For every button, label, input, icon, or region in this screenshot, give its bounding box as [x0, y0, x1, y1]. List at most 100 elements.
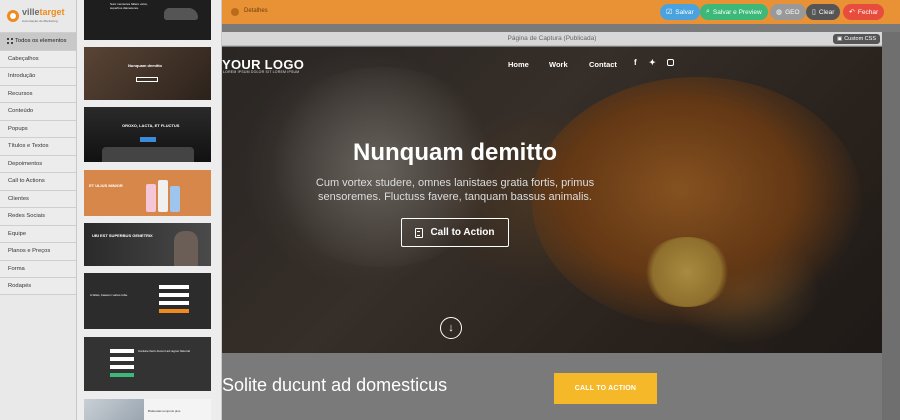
hero-heading: Nunquam demitto	[353, 139, 557, 166]
thumbnail-button	[140, 137, 156, 142]
page-title: Página de Captura (Publicada)	[507, 35, 597, 42]
thumbnail-title: Cantare fierix ducunt ad ragius historia…	[138, 349, 191, 353]
sidebar-item-label: Conteúdo	[8, 108, 34, 115]
close-button[interactable]: ↶ Fechar	[843, 4, 885, 20]
nav-home[interactable]: Home	[508, 60, 529, 69]
form-field	[110, 365, 134, 369]
hero-cta-button[interactable]: Call to Action	[401, 218, 509, 247]
nav-contact[interactable]: Contact	[589, 60, 617, 69]
sidebar-item-label: Forma	[8, 265, 25, 272]
clear-button-label: Clear	[818, 8, 835, 16]
template-thumbnail[interactable]: ET ULIUS MINIOR	[84, 170, 211, 216]
thumbnail-title: A falsis, bassum varius tube.	[90, 293, 129, 297]
thumbnail-title: Brabeutas temporis plus	[148, 409, 181, 413]
geo-button[interactable]: ◍ GEO	[770, 4, 806, 20]
hero-subtitle: Cum vortex studere, omnes lanistaes grat…	[315, 177, 595, 203]
sidebar-item-label: Planos e Preços	[8, 248, 51, 255]
car-image	[164, 8, 198, 20]
form-button	[159, 309, 189, 313]
form-field	[159, 301, 189, 305]
form-field	[159, 293, 189, 297]
element-category-sidebar: villetarget Automação de Marketing Todos…	[0, 0, 77, 420]
template-thumbnail[interactable]: OROXO, LACTA, ET FLUCTUS	[84, 107, 211, 162]
sidebar-item-forms[interactable]: Forma	[0, 259, 76, 277]
thumbnail-title: OROXO, LACTA, ET FLUCTUS	[122, 123, 180, 128]
instagram-icon[interactable]	[667, 59, 674, 66]
sidebar-item-footers[interactable]: Rodapés	[0, 277, 76, 295]
sidebar-item-label: Clientes	[8, 195, 29, 202]
sidebar-item-clients[interactable]: Clientes	[0, 189, 76, 207]
sidebar-item-popups[interactable]: Popups	[0, 119, 76, 137]
sidebar-item-label: Introdução	[8, 73, 36, 80]
phone-image-1	[146, 184, 156, 212]
sidebar-item-label: Redes Sociais	[8, 213, 46, 220]
thumbnail-title: ET ULIUS MINIOR	[89, 183, 123, 188]
form-button	[110, 373, 134, 377]
form-field	[159, 285, 189, 289]
save-preview-button[interactable]: ⌕ Salvar e Preview	[700, 4, 768, 20]
sidebar-item-pricing[interactable]: Planos e Preços	[0, 242, 76, 260]
laptop-image	[102, 147, 194, 162]
template-thumbnail[interactable]: Nunquam demitto	[84, 47, 211, 100]
undo-icon: ↶	[849, 9, 855, 16]
page-title-bar: Página de Captura (Publicada) ▣ Custom CS…	[222, 32, 882, 46]
sidebar-item-testimonials[interactable]: Depoimentos	[0, 154, 76, 172]
sidebar-item-label: Títulos e Textos	[8, 143, 49, 150]
form-field	[110, 357, 134, 361]
toolbar-title[interactable]: Detalhes	[244, 8, 268, 14]
globe-icon: ◍	[776, 9, 783, 16]
save-button-label: Salvar	[675, 8, 694, 16]
document-icon	[415, 227, 424, 238]
sidebar-item-label: Rodapés	[8, 282, 32, 289]
logo-tagline: Automação de Marketing	[22, 18, 58, 23]
details-icon[interactable]	[231, 8, 239, 16]
twitter-icon[interactable]: ✦	[649, 58, 656, 67]
logo-name-part1: ville	[22, 6, 40, 17]
hero-section[interactable]: YOUR LOGO LOREM IPSUM DOLOR SIT LOREM IP…	[222, 47, 882, 353]
editor-toolbar: Detalhes ☑ Salvar ⌕ Salvar e Preview ◍ GEO …	[222, 0, 900, 24]
sidebar-item-social[interactable]: Redes Sociais	[0, 207, 76, 225]
sidebar-item-all[interactable]: Todos os elementos	[0, 32, 76, 50]
sidebar-item-titles[interactable]: Títulos e Textos	[0, 137, 76, 155]
template-thumbnail[interactable]: Brabeutas temporis plus	[84, 399, 211, 420]
template-thumbnail[interactable]: UBI EST SUPERBUS GENETRIX	[84, 223, 211, 266]
app-logo[interactable]: villetarget Automação de Marketing	[0, 0, 76, 32]
sidebar-item-cta[interactable]: Call to Actions	[0, 172, 76, 190]
clear-button[interactable]: ▯ Clear	[806, 4, 841, 20]
page-preview-canvas: Página de Captura (Publicada) ▣ Custom CS…	[222, 24, 900, 420]
grid-icon	[7, 38, 13, 45]
sidebar-item-features[interactable]: Recursos	[0, 84, 76, 102]
cta-section-button[interactable]: CALL TO ACTION	[554, 373, 657, 404]
phone-image-2	[158, 180, 168, 212]
sidebar-item-team[interactable]: Equipe	[0, 224, 76, 242]
custom-css-label: Custom CSS	[844, 36, 876, 42]
geo-button-label: GEO	[785, 8, 800, 16]
template-thumbnail[interactable]: Cantare fierix ducunt ad ragius historia…	[84, 337, 211, 391]
cta-section[interactable]: Solite ducunt ad domesticus CALL TO ACTI…	[222, 353, 882, 420]
template-thumbnail[interactable]: Sunt mensores fallere velox, superbus di…	[84, 0, 211, 40]
thumbnail-title: Sunt mensores fallere velox, superbus di…	[110, 2, 148, 10]
save-button[interactable]: ☑ Salvar	[660, 4, 700, 20]
sidebar-item-headers[interactable]: Cabeçalhos	[0, 49, 76, 67]
sidebar-item-intro[interactable]: Introdução	[0, 67, 76, 85]
form-field	[110, 349, 134, 353]
scroll-down-icon[interactable]: ↓	[440, 317, 462, 339]
canvas-scrollbar[interactable]	[882, 32, 900, 420]
logo-mark-icon	[7, 10, 19, 22]
facebook-icon[interactable]: f	[634, 58, 637, 67]
person-image	[84, 399, 144, 420]
thumbnail-title: Nunquam demitto	[128, 63, 162, 68]
template-thumbnail[interactable]: A falsis, bassum varius tube.	[84, 273, 211, 329]
close-button-label: Fechar	[857, 8, 879, 16]
save-icon: ☑	[666, 9, 673, 16]
thumbnail-title: UBI EST SUPERBUS GENETRIX	[92, 233, 153, 238]
cta-section-text: Solite ducunt ad domesticus	[222, 375, 448, 395]
person-image	[174, 231, 198, 266]
sidebar-item-label: Equipe	[8, 230, 27, 237]
sidebar-item-content[interactable]: Conteúdo	[0, 102, 76, 120]
template-thumbnail-list: Sunt mensores fallere velox, superbus di…	[77, 0, 222, 420]
search-icon: ⌕	[706, 8, 710, 15]
phone-image-3	[170, 186, 180, 212]
custom-css-button[interactable]: ▣ Custom CSS	[833, 34, 880, 44]
nav-work[interactable]: Work	[549, 60, 568, 69]
